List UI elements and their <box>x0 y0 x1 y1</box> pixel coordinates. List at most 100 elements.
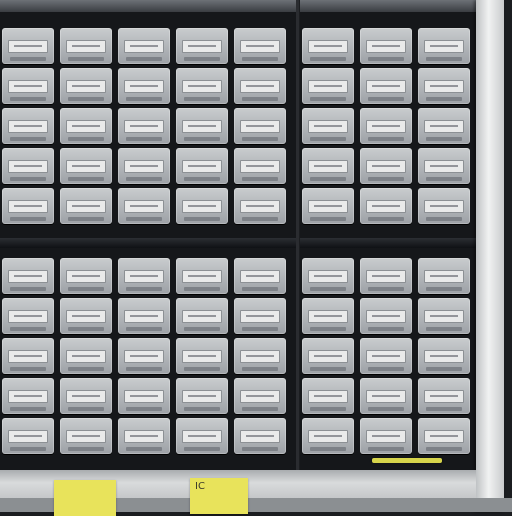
left-cabinet <box>0 0 299 470</box>
drawer-label-tag <box>124 40 164 53</box>
drawer-handle-lip <box>184 447 220 451</box>
drawer-handle-lip <box>426 287 462 291</box>
drawer-row <box>300 418 476 454</box>
storage-drawer <box>418 258 470 294</box>
drawer-row <box>0 148 296 184</box>
drawer-handle-lip <box>310 367 346 371</box>
storage-drawer <box>176 258 228 294</box>
drawer-label-tag <box>8 40 48 53</box>
drawer-label-tag <box>66 40 106 53</box>
drawer-row <box>300 108 476 144</box>
drawer-handle-lip <box>68 327 104 331</box>
drawer-handle-lip <box>242 217 278 221</box>
drawer-label-tag <box>308 120 348 133</box>
storage-drawer <box>176 378 228 414</box>
drawer-handle-lip <box>310 97 346 101</box>
drawer-handle-lip <box>310 217 346 221</box>
storage-drawer <box>418 28 470 64</box>
storage-drawer <box>60 338 112 374</box>
storage-drawer <box>234 28 286 64</box>
drawer-handle-lip <box>126 367 162 371</box>
storage-drawer <box>118 148 170 184</box>
storage-drawer <box>176 188 228 224</box>
drawer-handle-lip <box>10 57 46 61</box>
storage-drawer <box>118 418 170 454</box>
storage-drawer <box>118 338 170 374</box>
storage-drawer <box>176 148 228 184</box>
storage-drawer <box>302 258 354 294</box>
drawer-handle-lip <box>368 447 404 451</box>
storage-drawer <box>418 418 470 454</box>
storage-drawer <box>302 68 354 104</box>
drawer-label-tag <box>240 160 280 173</box>
drawer-row <box>300 258 476 294</box>
drawer-handle-lip <box>426 327 462 331</box>
storage-drawer <box>234 378 286 414</box>
drawer-label-tag <box>424 40 464 53</box>
storage-drawer <box>302 418 354 454</box>
drawer-row <box>300 188 476 224</box>
drawer-label-tag <box>424 430 464 443</box>
storage-drawer <box>418 108 470 144</box>
drawer-label-tag <box>66 430 106 443</box>
drawer-handle-lip <box>184 217 220 221</box>
drawer-handle-lip <box>126 137 162 141</box>
drawer-label-tag <box>66 310 106 323</box>
drawer-handle-lip <box>126 407 162 411</box>
storage-drawer <box>418 298 470 334</box>
white-support-post <box>476 0 504 512</box>
storage-drawer <box>2 298 54 334</box>
storage-drawer <box>418 148 470 184</box>
drawer-label-tag <box>8 160 48 173</box>
drawer-handle-lip <box>184 97 220 101</box>
drawer-handle-lip <box>368 287 404 291</box>
drawer-label-tag <box>8 390 48 403</box>
drawer-row <box>300 68 476 104</box>
drawer-label-tag <box>182 270 222 283</box>
drawer-label-tag <box>366 310 406 323</box>
drawer-label-tag <box>124 390 164 403</box>
drawer-label-tag <box>66 270 106 283</box>
drawer-label-tag <box>8 200 48 213</box>
storage-drawer <box>302 298 354 334</box>
drawer-row <box>0 68 296 104</box>
storage-drawer <box>302 28 354 64</box>
storage-drawer <box>360 378 412 414</box>
storage-drawer <box>176 418 228 454</box>
cabinet-top-strip <box>300 0 476 12</box>
sticky-note-ic: IC <box>190 478 248 514</box>
drawer-label-tag <box>124 350 164 363</box>
storage-drawer <box>360 338 412 374</box>
storage-drawer <box>2 188 54 224</box>
storage-drawer <box>118 108 170 144</box>
drawer-label-tag <box>8 120 48 133</box>
yellow-tape-strip <box>372 458 442 463</box>
drawer-label-tag <box>182 40 222 53</box>
drawer-row <box>0 378 296 414</box>
storage-drawer <box>60 258 112 294</box>
drawer-label-tag <box>424 80 464 93</box>
storage-drawer <box>2 418 54 454</box>
drawer-label-tag <box>66 200 106 213</box>
storage-drawer <box>360 108 412 144</box>
storage-drawer <box>176 338 228 374</box>
drawer-label-tag <box>424 120 464 133</box>
drawer-label-tag <box>182 200 222 213</box>
drawer-handle-lip <box>426 137 462 141</box>
drawer-handle-lip <box>426 447 462 451</box>
drawer-label-tag <box>124 270 164 283</box>
drawer-handle-lip <box>242 287 278 291</box>
drawer-handle-lip <box>184 177 220 181</box>
drawer-handle-lip <box>426 97 462 101</box>
storage-drawer <box>234 338 286 374</box>
drawer-handle-lip <box>126 287 162 291</box>
cabinet-divider-rail <box>0 238 296 248</box>
drawer-label-tag <box>124 430 164 443</box>
drawer-row <box>0 28 296 64</box>
drawer-label-tag <box>366 200 406 213</box>
storage-drawer <box>2 68 54 104</box>
storage-drawer <box>302 108 354 144</box>
drawer-label-tag <box>124 200 164 213</box>
drawer-row <box>0 298 296 334</box>
storage-drawer <box>60 28 112 64</box>
